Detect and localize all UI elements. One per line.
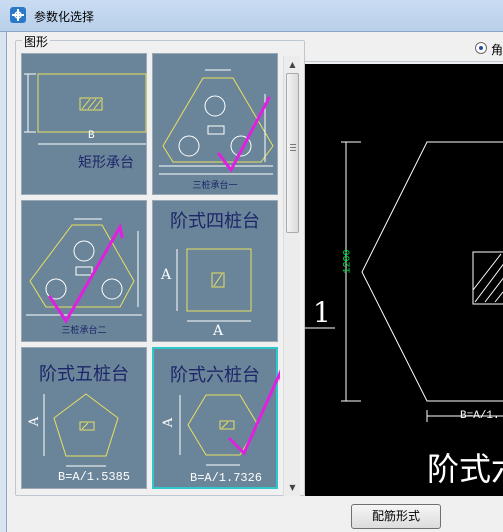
tile-stepped-four[interactable]: 阶式四桩台 A A	[152, 200, 278, 342]
reinforcement-form-button[interactable]: 配筋形式	[351, 504, 441, 529]
tile-caption: 矩形承台	[78, 155, 134, 171]
dim-label-a-side: A	[161, 267, 172, 283]
dim-label-a: A	[27, 416, 43, 427]
app-icon	[10, 7, 26, 23]
dimension-label: 1200	[342, 249, 354, 274]
preview-title: 阶式六	[427, 450, 503, 488]
section-label: 1	[313, 296, 331, 329]
group-label: 图形	[22, 33, 51, 50]
scroll-thumb[interactable]	[286, 73, 299, 233]
option-bar: 角	[305, 32, 503, 62]
scroll-down-arrow-icon[interactable]: ▼	[284, 479, 301, 496]
tile-formula: B=A/1.7326	[190, 471, 263, 485]
tile-subcaption: 三桩承台二	[61, 326, 107, 336]
tile-rect-cap[interactable]: B 矩形承台	[21, 53, 147, 195]
dim-label-b: B	[88, 130, 95, 142]
window-title: 参数化选择	[34, 10, 95, 24]
gallery-scrollbar[interactable]: ▲ ▼	[283, 56, 300, 496]
preview-canvas: 1200 1 B=A/1. 阶式六	[305, 64, 503, 496]
tile-three-pile-1[interactable]: 三桩承台一	[152, 53, 278, 195]
angle-radio-label: 角	[491, 43, 503, 57]
angle-radio-button[interactable]	[475, 42, 487, 54]
tile-stepped-six[interactable]: 阶式六桩台 A B=A/1.7326	[152, 347, 280, 489]
dim-label-a-bottom: A	[213, 323, 224, 339]
shape-gallery: B 矩形承台 三桩承台一 三桩承台二 阶式四桩台 A A 阶式五桩台 A B=A…	[21, 51, 283, 495]
title-bar: 参数化选择	[0, 0, 503, 32]
preview-formula: B=A/1.	[460, 410, 500, 422]
grip-icon	[290, 144, 296, 145]
shape-group: 图形 B 矩形承台 三桩承台一 三桩承台二 阶式四桩台 A A 阶式五桩台 A …	[15, 33, 305, 496]
tile-formula: B=A/1.5385	[58, 470, 131, 484]
scroll-up-arrow-icon[interactable]: ▲	[284, 56, 301, 73]
dim-label-a: A	[161, 417, 177, 428]
tile-stepped-five[interactable]: 阶式五桩台 A B=A/1.5385	[21, 347, 147, 489]
dialog-body: 图形 B 矩形承台 三桩承台一 三桩承台二 阶式四桩台 A A 阶式五桩台 A …	[6, 32, 503, 532]
tile-three-pile-2[interactable]: 三桩承台二	[21, 200, 147, 342]
tile-subcaption: 三桩承台一	[192, 181, 238, 191]
